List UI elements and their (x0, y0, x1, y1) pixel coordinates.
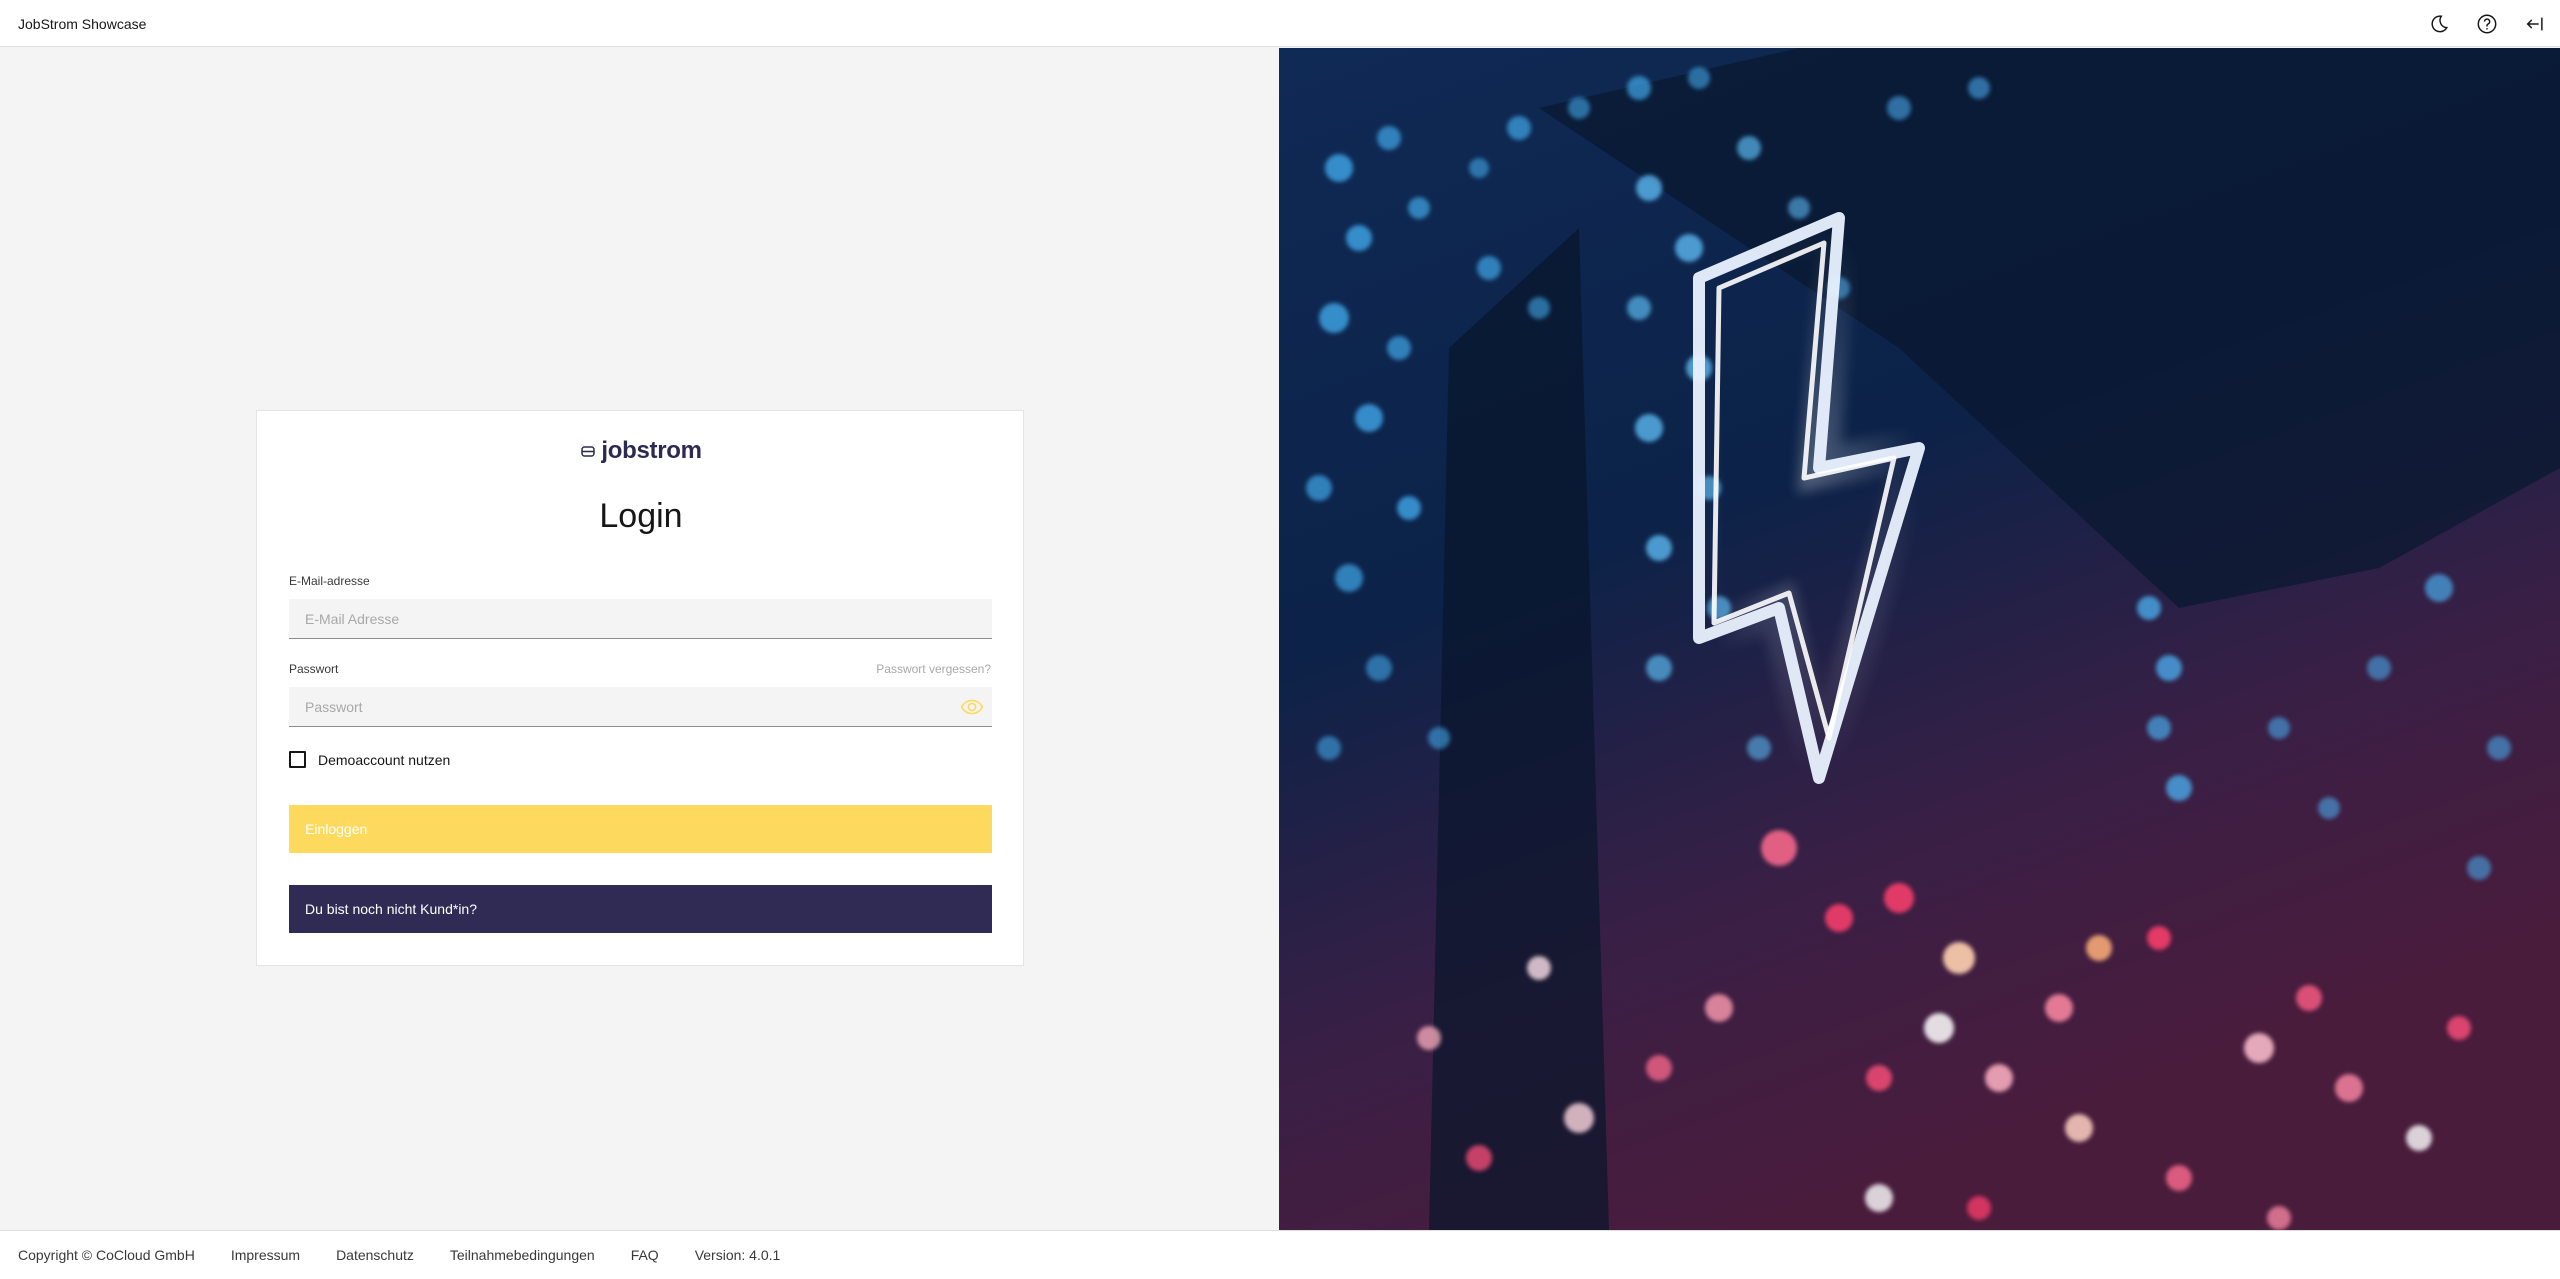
app-title: JobStrom Showcase (18, 16, 147, 32)
dark-mode-toggle[interactable] (2424, 9, 2454, 39)
login-button[interactable]: Einloggen (289, 805, 992, 853)
logout-button[interactable] (2520, 9, 2550, 39)
show-password-eye-icon[interactable] (960, 696, 984, 718)
demo-account-checkbox[interactable] (289, 751, 306, 768)
password-field[interactable]: Passwort (289, 687, 992, 727)
moon-icon (2431, 15, 2448, 33)
brand-logo: jobstrom (257, 437, 1025, 465)
footer-link-impressum[interactable]: Impressum (231, 1247, 300, 1263)
password-label: Passwort (289, 662, 339, 676)
logout-icon (2526, 17, 2543, 31)
page-title: Login (599, 497, 683, 535)
email-label: E-Mail-adresse (289, 574, 370, 588)
email-placeholder: E-Mail Adresse (305, 611, 400, 627)
help-button[interactable] (2472, 9, 2502, 39)
jobstrom-logo-icon (581, 446, 596, 457)
top-bar: JobStrom Showcase (0, 0, 2560, 47)
copyright-text: Copyright © CoCloud GmbH (18, 1247, 195, 1263)
footer-link-teilnahmebedingungen[interactable]: Teilnahmebedingungen (450, 1247, 595, 1263)
demo-account-checkbox-row[interactable]: Demoaccount nutzen (289, 751, 450, 768)
footer-link-datenschutz[interactable]: Datenschutz (336, 1247, 414, 1263)
help-icon (2477, 14, 2497, 34)
hero-image (1279, 48, 2560, 1230)
password-placeholder: Passwort (305, 699, 363, 715)
register-button[interactable]: Du bist noch nicht Kund*in? (289, 885, 992, 933)
neon-lightning-photo (1279, 48, 2560, 1230)
forgot-password-link[interactable]: Passwort vergessen? (876, 662, 991, 676)
login-card: jobstrom Login E-Mail-adresse E-Mail Adr… (256, 410, 1024, 966)
login-pane: jobstrom Login E-Mail-adresse E-Mail Adr… (0, 48, 1279, 1230)
email-field[interactable]: E-Mail Adresse (289, 599, 992, 639)
demo-account-label: Demoaccount nutzen (318, 751, 451, 768)
footer-link-faq[interactable]: FAQ (631, 1247, 659, 1263)
logo-text: jobstrom (601, 437, 702, 464)
footer: Copyright © CoCloud GmbH Impressum Daten… (0, 1230, 2560, 1279)
version-text: Version: 4.0.1 (694, 1247, 781, 1263)
